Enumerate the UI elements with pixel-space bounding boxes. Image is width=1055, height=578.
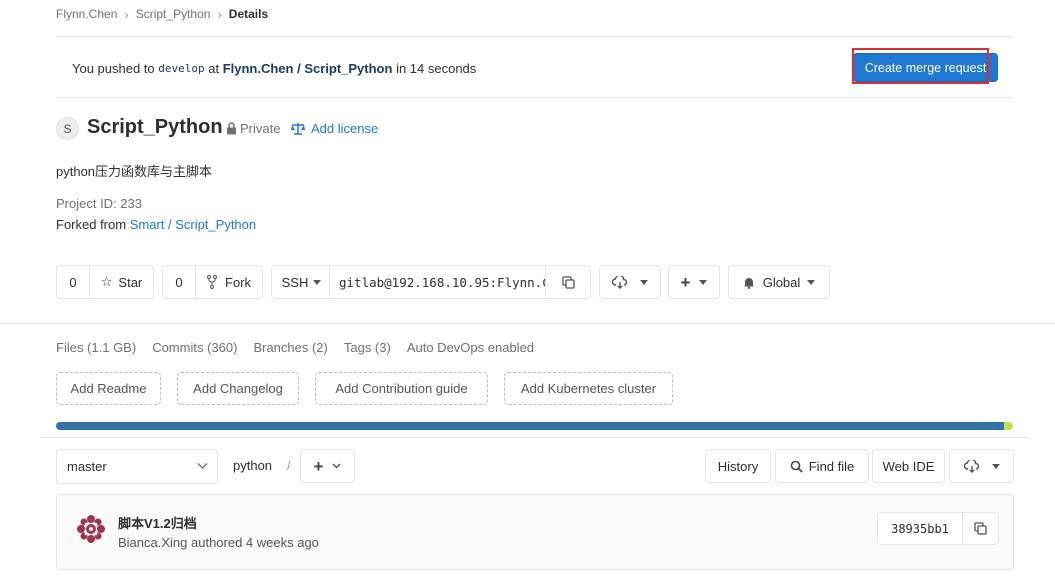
identicon-avatar-icon — [74, 512, 108, 546]
chevron-down-icon — [332, 463, 341, 469]
download-button[interactable] — [600, 266, 660, 298]
path-separator: / — [287, 458, 291, 473]
history-button[interactable]: History — [705, 449, 771, 483]
breadcrumb-current[interactable]: Details — [229, 7, 268, 21]
branch-select-value: master — [67, 459, 107, 474]
fork-button[interactable]: Fork — [195, 266, 262, 298]
language-segment[interactable] — [1004, 422, 1013, 430]
clone-url-input[interactable]: gitlab@192.168.10.95:Flynn.Chen/Script_P… — [329, 266, 545, 298]
divider — [41, 437, 1029, 438]
caret-down-icon — [991, 463, 1000, 469]
notification-dropdown: Global — [728, 265, 830, 299]
scale-icon — [291, 123, 305, 135]
language-segment[interactable] — [56, 422, 1005, 430]
copy-url-button[interactable] — [545, 266, 590, 298]
avatar[interactable] — [74, 512, 108, 546]
push-banner-at: at — [204, 60, 223, 76]
add-readme-button[interactable]: Add Readme — [56, 372, 161, 405]
add-kubernetes-cluster-button[interactable]: Add Kubernetes cluster — [504, 372, 673, 405]
add-license-label: Add license — [311, 121, 379, 136]
forked-source-link[interactable]: Smart / Script_Python — [130, 217, 256, 232]
fork-count[interactable]: 0 — [163, 266, 195, 298]
copy-sha-button[interactable] — [962, 513, 998, 544]
star-button-group: 0 ☆ Star — [56, 265, 154, 299]
project-avatar: S — [56, 117, 79, 140]
web-ide-button[interactable]: Web IDE — [872, 449, 945, 483]
caret-down-icon — [807, 279, 816, 285]
last-commit-panel — [56, 494, 1014, 570]
star-label: Star — [118, 274, 143, 290]
clone-group: SSH gitlab@192.168.10.95:Flynn.Chen/Scri… — [271, 265, 591, 299]
visibility-label: Private — [226, 121, 280, 136]
push-branch[interactable]: develop — [158, 62, 204, 75]
caret-down-icon — [313, 279, 322, 285]
caret-down-icon — [640, 279, 648, 285]
forked-prefix: Forked from — [56, 217, 130, 232]
add-dropdown: + — [668, 265, 720, 299]
tree-download-dropdown[interactable] — [949, 449, 1014, 483]
push-banner-suffix: in 14 seconds — [392, 60, 477, 76]
commit-author: Bianca.Xing authored 4 weeks ago — [118, 535, 319, 550]
commit-sha-group: 38935bb1 — [877, 512, 999, 545]
copy-icon — [561, 275, 575, 289]
breadcrumb-owner[interactable]: Flynn.Chen — [56, 7, 117, 21]
highlight-box — [852, 48, 989, 84]
add-new-button[interactable]: + — [669, 266, 719, 298]
branches-stat[interactable]: Branches (2) — [253, 340, 327, 355]
add-changelog-button[interactable]: Add Changelog — [177, 372, 299, 405]
cloud-download-icon — [963, 459, 979, 473]
chevron-right-icon: › — [124, 6, 129, 22]
star-icon: ☆ — [100, 274, 113, 289]
download-dropdown — [599, 265, 661, 299]
branch-select[interactable]: master — [56, 449, 218, 484]
notification-button[interactable]: Global — [729, 266, 829, 298]
commits-stat[interactable]: Commits (360) — [152, 340, 237, 355]
add-contribution-guide-button[interactable]: Add Contribution guide — [315, 372, 488, 405]
path-segment[interactable]: python — [233, 458, 272, 473]
commit-sha[interactable]: 38935bb1 — [878, 513, 962, 544]
files-stat[interactable]: Files (1.1 GB) — [56, 340, 136, 355]
project-title: Script_Python — [87, 116, 223, 138]
chevron-right-icon: › — [217, 6, 222, 22]
breadcrumb-project[interactable]: Script_Python — [136, 7, 211, 21]
plus-icon: + — [313, 456, 324, 476]
visibility-text: Private — [240, 121, 281, 136]
push-banner-prefix: You pushed to — [72, 60, 159, 76]
fork-icon — [207, 275, 217, 289]
chevron-down-icon — [197, 462, 208, 470]
divider — [56, 97, 1013, 98]
tags-stat[interactable]: Tags (3) — [344, 340, 391, 355]
protocol-label: SSH — [281, 274, 309, 290]
project-stats: Files (1.1 GB) Commits (360) Branches (2… — [56, 340, 534, 355]
add-license-link[interactable]: Add license — [291, 121, 378, 136]
project-id: Project ID: 233 — [56, 196, 142, 211]
plus-icon: + — [680, 272, 691, 292]
cloud-download-icon — [612, 275, 628, 289]
star-button[interactable]: ☆ Star — [89, 266, 153, 298]
star-count[interactable]: 0 — [57, 266, 89, 298]
notification-label: Global — [762, 274, 801, 290]
autodevops-stat[interactable]: Auto DevOps enabled — [407, 340, 534, 355]
push-project-link[interactable]: Flynn.Chen / Script_Python — [223, 61, 393, 76]
fork-button-group: 0 Fork — [162, 265, 263, 299]
breadcrumb: Flynn.Chen › Script_Python › Details — [56, 6, 268, 22]
lock-icon — [227, 122, 236, 135]
language-bar[interactable] — [56, 422, 1013, 430]
protocol-dropdown[interactable]: SSH — [272, 266, 329, 298]
forked-from: Forked from Smart / Script_Python — [56, 217, 256, 232]
copy-icon — [974, 522, 987, 535]
bell-icon — [743, 277, 754, 289]
fork-label: Fork — [225, 274, 251, 290]
commit-title[interactable]: 脚本V1.2归档 — [118, 513, 197, 532]
search-icon — [790, 460, 803, 473]
add-to-tree-dropdown[interactable]: + — [300, 449, 355, 483]
caret-down-icon — [699, 279, 708, 285]
divider — [56, 36, 1013, 37]
project-description: python压力函数库与主脚本 — [56, 164, 213, 179]
push-banner: You pushed to develop at Flynn.Chen / Sc… — [72, 58, 476, 78]
find-file-button[interactable]: Find file — [775, 449, 869, 483]
find-file-label: Find file — [808, 458, 855, 474]
divider — [0, 323, 1055, 324]
